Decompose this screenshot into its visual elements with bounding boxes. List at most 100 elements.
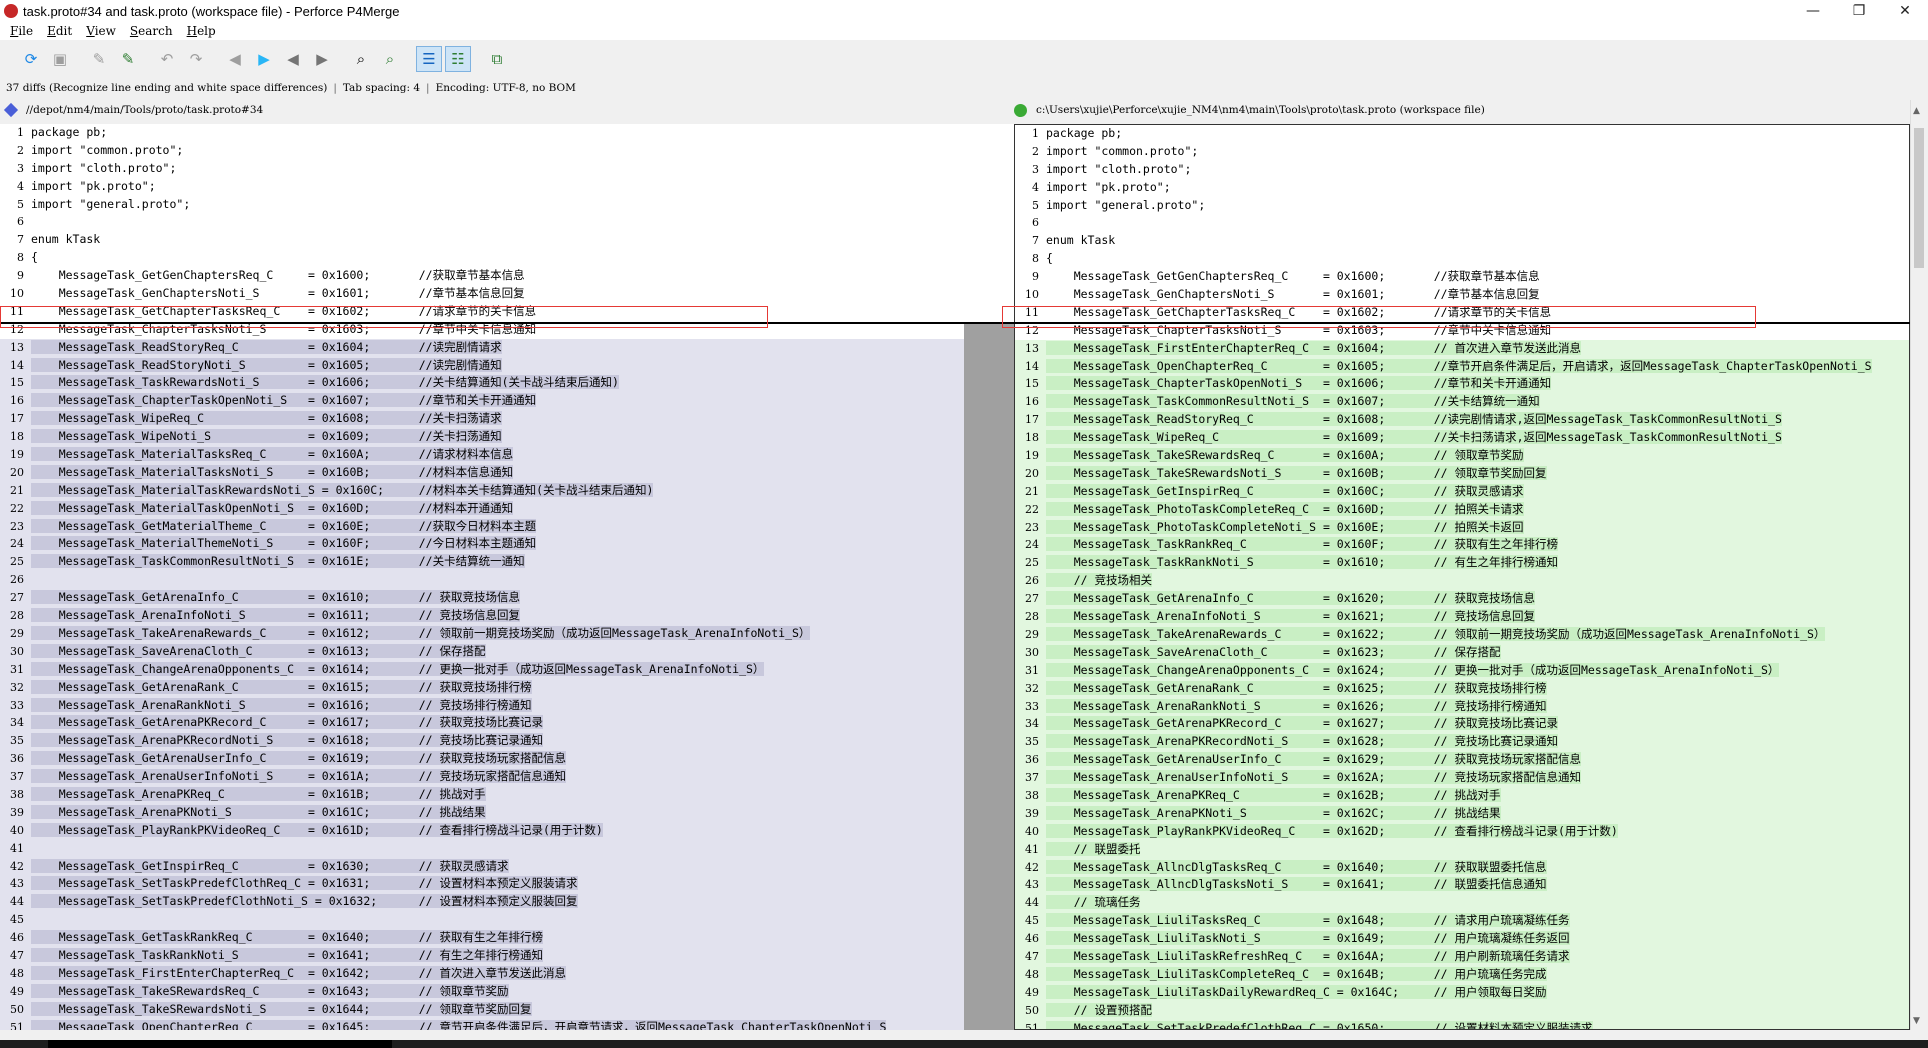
code-line[interactable]: 43 MessageTask_AllncDlgTasksNoti_S = 0x1… <box>1015 876 1909 895</box>
code-line[interactable]: 4 import "pk.proto"; <box>1015 179 1909 197</box>
code-line[interactable]: 22 MessageTask_PhotoTaskCompleteReq_C = … <box>1015 500 1909 519</box>
code-line[interactable]: 34 MessageTask_GetArenaPKRecord_C = 0x16… <box>1015 715 1909 734</box>
code-line[interactable]: 27 MessageTask_GetArenaInfo_C = 0x1610; … <box>0 589 964 608</box>
scrollbar-thumb[interactable] <box>1914 128 1924 268</box>
code-line[interactable]: 3 import "cloth.proto"; <box>1015 161 1909 179</box>
code-line[interactable]: 9 MessageTask_GetGenChaptersReq_C = 0x16… <box>1015 268 1909 286</box>
code-line[interactable]: 28 MessageTask_ArenaInfoNoti_S = 0x1621;… <box>1015 608 1909 626</box>
compare-options-icon[interactable]: ⧉ <box>484 46 510 72</box>
redo-icon[interactable]: ↷ <box>183 46 209 72</box>
code-line[interactable]: 29 MessageTask_TakeArenaRewards_C = 0x16… <box>1015 625 1909 644</box>
code-line[interactable]: 27 MessageTask_GetArenaInfo_C = 0x1620; … <box>1015 590 1909 609</box>
code-line[interactable]: 15 MessageTask_ChapterTaskOpenNoti_S = 0… <box>1015 375 1909 394</box>
code-line[interactable]: 21 MessageTask_MaterialTaskRewardsNoti_S… <box>0 481 964 500</box>
refresh-icon[interactable]: ⟳ <box>18 46 44 72</box>
code-line[interactable]: 51 MessageTask_OpenChapterReq_C = 0x1645… <box>0 1018 964 1030</box>
code-line[interactable]: 38 MessageTask_ArenaPKReq_C = 0x161B; //… <box>0 785 964 804</box>
code-line[interactable]: 49 MessageTask_TakeSRewardsReq_C = 0x164… <box>0 982 964 1001</box>
code-line[interactable]: 34 MessageTask_GetArenaPKRecord_C = 0x16… <box>0 714 964 733</box>
code-line[interactable]: 37 MessageTask_ArenaUserInfoNoti_S = 0x1… <box>1015 769 1909 787</box>
code-line[interactable]: 15 MessageTask_TaskRewardsNoti_S = 0x160… <box>0 374 964 393</box>
code-line[interactable]: 19 MessageTask_MaterialTasksReq_C = 0x16… <box>0 446 964 464</box>
code-line[interactable]: 42 MessageTask_AllncDlgTasksReq_C = 0x16… <box>1015 858 1909 877</box>
code-line[interactable]: 37 MessageTask_ArenaUserInfoNoti_S = 0x1… <box>0 768 964 786</box>
code-line[interactable]: 39 MessageTask_ArenaPKNoti_S = 0x162C; /… <box>1015 804 1909 823</box>
code-line[interactable]: 19 MessageTask_TakeSRewardsReq_C = 0x160… <box>1015 447 1909 465</box>
menu-view[interactable]: View <box>86 24 116 38</box>
code-line[interactable]: 7 enum kTask <box>0 231 964 249</box>
code-line[interactable]: 1 package pb; <box>1015 125 1909 143</box>
line-numbers-icon[interactable]: ☰ <box>416 46 442 72</box>
code-line[interactable]: 48 MessageTask_LiuliTaskCompleteReq_C = … <box>1015 965 1909 984</box>
code-line[interactable]: 29 MessageTask_TakeArenaRewards_C = 0x16… <box>0 624 964 643</box>
code-line[interactable]: 46 MessageTask_LiuliTaskNoti_S = 0x1649;… <box>1015 930 1909 948</box>
code-line[interactable]: 17 MessageTask_ReadStoryReq_C = 0x1608; … <box>1015 411 1909 430</box>
code-line[interactable]: 26 // 竞技场相关 <box>1015 572 1909 591</box>
code-line[interactable]: 36 MessageTask_GetArenaUserInfo_C = 0x16… <box>1015 751 1909 770</box>
left-diff-pane[interactable]: 1 package pb; 2 import "common.proto"; 3 impo… <box>0 124 964 1030</box>
code-line[interactable]: 16 MessageTask_ChapterTaskOpenNoti_S = 0… <box>0 392 964 411</box>
code-line[interactable]: 14 MessageTask_ReadStoryNoti_S = 0x1605;… <box>0 356 964 375</box>
code-line[interactable]: 43 MessageTask_SetTaskPredefClothReq_C =… <box>0 875 964 894</box>
code-line[interactable]: 6 <box>1015 214 1909 232</box>
code-line[interactable]: 11 MessageTask_GetChapterTasksReq_C = 0x… <box>1015 304 1909 322</box>
code-line[interactable]: 50 // 设置预搭配 <box>1015 1001 1909 1020</box>
code-line[interactable]: 2 import "common.proto"; <box>1015 143 1909 161</box>
code-line[interactable]: 14 MessageTask_OpenChapterReq_C = 0x1605… <box>1015 357 1909 376</box>
menu-search[interactable]: Search <box>130 24 173 38</box>
code-line[interactable]: 33 MessageTask_ArenaRankNoti_S = 0x1616;… <box>0 696 964 715</box>
code-line[interactable]: 22 MessageTask_MaterialTaskOpenNoti_S = … <box>0 499 964 518</box>
code-line[interactable]: 9 MessageTask_GetGenChaptersReq_C = 0x16… <box>0 267 964 285</box>
code-line[interactable]: 16 MessageTask_TaskCommonResultNoti_S = … <box>1015 393 1909 412</box>
code-line[interactable]: 46 MessageTask_GetTaskRankReq_C = 0x1640… <box>0 929 964 947</box>
code-line[interactable]: 12 MessageTask_ChapterTasksNoti_S = 0x16… <box>1015 322 1909 340</box>
code-line[interactable]: 25 MessageTask_TaskRankNoti_S = 0x1610; … <box>1015 554 1909 573</box>
code-line[interactable]: 13 MessageTask_ReadStoryReq_C = 0x1604; … <box>0 338 964 357</box>
code-line[interactable]: 33 MessageTask_ArenaRankNoti_S = 0x1626;… <box>1015 697 1909 716</box>
scroll-down-arrow-icon[interactable]: ▼ <box>1913 1016 1920 1026</box>
code-line[interactable]: 45 <box>0 911 964 930</box>
code-line[interactable]: 30 MessageTask_SaveArenaCloth_C = 0x1623… <box>1015 643 1909 662</box>
code-line[interactable]: 8{ <box>1015 250 1909 268</box>
code-line[interactable]: 40 MessageTask_PlayRankPKVideoReq_C = 0x… <box>1015 822 1909 841</box>
code-line[interactable]: 45 MessageTask_LiuliTasksReq_C = 0x1648;… <box>1015 912 1909 931</box>
code-line[interactable]: 36 MessageTask_GetArenaUserInfo_C = 0x16… <box>0 750 964 769</box>
code-line[interactable]: 23 MessageTask_PhotoTaskCompleteNoti_S =… <box>1015 518 1909 537</box>
vertical-scrollbar[interactable]: ▲ ▼ <box>1910 100 1928 1030</box>
code-line[interactable]: 20 MessageTask_MaterialTasksNoti_S = 0x1… <box>0 463 964 482</box>
code-line[interactable]: 41 <box>0 839 964 858</box>
code-line[interactable]: 25 MessageTask_TaskCommonResultNoti_S = … <box>0 553 964 572</box>
code-line[interactable]: 21 MessageTask_GetInspirReq_C = 0x160C; … <box>1015 482 1909 501</box>
code-line[interactable]: 26 <box>0 571 964 590</box>
code-line[interactable]: 35 MessageTask_ArenaPKRecordNoti_S = 0x1… <box>1015 733 1909 752</box>
code-line[interactable]: 10 MessageTask_GenChaptersNoti_S = 0x160… <box>0 285 964 303</box>
code-line[interactable]: 39 MessageTask_ArenaPKNoti_S = 0x161C; /… <box>0 803 964 822</box>
code-line[interactable]: 7 enum kTask <box>1015 232 1909 250</box>
code-line[interactable]: 28 MessageTask_ArenaInfoNoti_S = 0x1611;… <box>0 607 964 625</box>
code-line[interactable]: 35 MessageTask_ArenaPKRecordNoti_S = 0x1… <box>0 732 964 751</box>
code-line[interactable]: 13 MessageTask_FirstEnterChapterReq_C = … <box>1015 339 1909 358</box>
code-line[interactable]: 44 MessageTask_SetTaskPredefClothNoti_S … <box>0 893 964 912</box>
code-line[interactable]: 41 // 联盟委托 <box>1015 840 1909 859</box>
prev-diff-icon[interactable]: ◀ <box>222 46 248 72</box>
code-line[interactable]: 24 MessageTask_TaskRankReq_C = 0x160F; /… <box>1015 536 1909 555</box>
diff-layout-icon[interactable]: ☷ <box>445 46 471 72</box>
code-line[interactable]: 38 MessageTask_ArenaPKReq_C = 0x162B; //… <box>1015 786 1909 805</box>
code-line[interactable]: 5 import "general.proto"; <box>1015 197 1909 215</box>
edit-gray-icon[interactable]: ✎ <box>86 46 112 72</box>
code-line[interactable]: 10 MessageTask_GenChaptersNoti_S = 0x160… <box>1015 286 1909 304</box>
right-diff-pane[interactable]: 1 package pb; 2 import "common.proto"; 3 impo… <box>1014 124 1910 1030</box>
code-line[interactable]: 5 import "general.proto"; <box>0 196 964 214</box>
code-line[interactable]: 50 MessageTask_TakeSRewardsNoti_S = 0x16… <box>0 1000 964 1019</box>
menu-edit[interactable]: Edit <box>47 24 72 38</box>
code-line[interactable]: 47 MessageTask_LiuliTaskRefreshReq_C = 0… <box>1015 947 1909 966</box>
code-line[interactable]: 51 MessageTask_SetTaskPredefClothReq_C =… <box>1015 1019 1909 1029</box>
edit-green-icon[interactable]: ✎ <box>115 46 141 72</box>
code-line[interactable]: 40 MessageTask_PlayRankPKVideoReq_C = 0x… <box>0 821 964 840</box>
code-line[interactable]: 18 MessageTask_WipeNoti_S = 0x1609; //关卡… <box>0 428 964 447</box>
code-line[interactable]: 31 MessageTask_ChangeArenaOpponents_C = … <box>0 660 964 679</box>
code-line[interactable]: 42 MessageTask_GetInspirReq_C = 0x1630; … <box>0 857 964 876</box>
code-line[interactable]: 17 MessageTask_WipeReq_C = 0x1608; //关卡扫… <box>0 410 964 429</box>
code-line[interactable]: 6 <box>0 213 964 231</box>
minimize-button[interactable]: — <box>1790 0 1836 22</box>
